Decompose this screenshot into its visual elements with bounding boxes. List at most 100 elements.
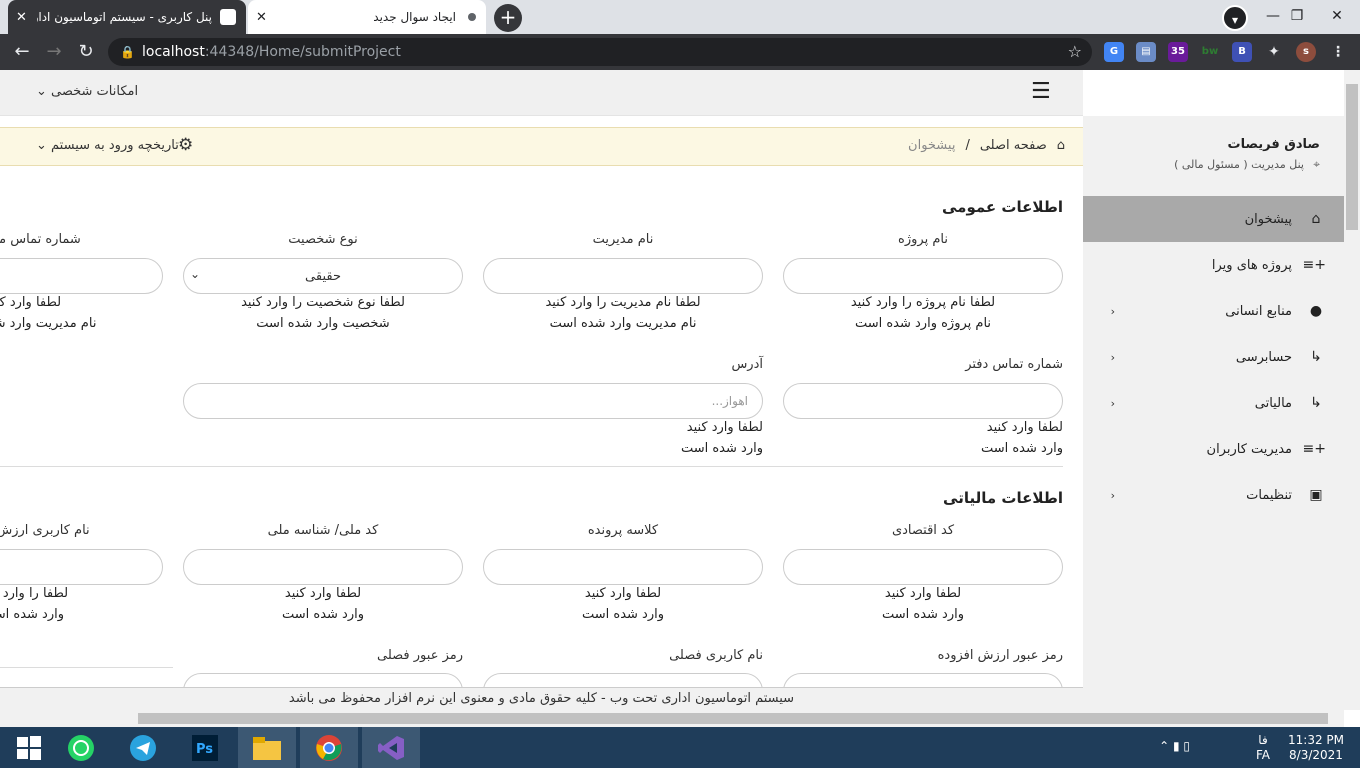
- manager-phone-input[interactable]: [0, 258, 163, 294]
- validation-msg: نام مدیریت وارد شده است: [549, 316, 697, 331]
- forward-icon[interactable]: →: [38, 34, 70, 70]
- new-tab-button[interactable]: +: [494, 4, 522, 32]
- gear-icon[interactable]: ⚙: [178, 135, 193, 155]
- validation-msg: لطفا نوع شخصیت را وارد کنید: [241, 295, 405, 310]
- vat-username-input[interactable]: [0, 549, 163, 585]
- breadcrumb-current: پیشخوان: [908, 138, 956, 153]
- bw-extension-icon[interactable]: bw: [1200, 42, 1220, 62]
- season-password-label: رمز عبور فصلی: [377, 648, 463, 663]
- address-input[interactable]: اهواز...: [183, 383, 763, 419]
- personal-menu-label: امکانات شخصی: [51, 84, 139, 99]
- project-name-input[interactable]: [783, 258, 1063, 294]
- project-name-label: نام پروژه: [898, 232, 948, 247]
- telegram-icon[interactable]: [114, 727, 172, 768]
- validation-msg: نام مدیریت وارد شده است: [0, 316, 97, 331]
- plus-list-icon: +≡: [1302, 441, 1326, 457]
- tray-icons[interactable]: ⌃ ▮ ▯: [1159, 739, 1190, 753]
- sidebar-item-users[interactable]: +≡ مدیریت کاربران: [1083, 426, 1344, 472]
- clock-time: 11:32 PM: [1288, 733, 1344, 747]
- extension-icon[interactable]: ▤: [1136, 42, 1156, 62]
- footer: سیستم اتوماسیون اداری تحت وب - کلیه حقوق…: [0, 687, 1083, 710]
- national-id-input[interactable]: [183, 549, 463, 585]
- sidebar-item-dashboard[interactable]: ⌂ پیشخوان: [1083, 196, 1344, 242]
- visual-studio-icon[interactable]: [362, 727, 420, 768]
- file-class-label: کلاسه پرونده: [587, 523, 659, 538]
- section-divider: [0, 466, 1063, 467]
- sidebar-item-hr[interactable]: ● منابع انسانی ‹: [1083, 288, 1344, 334]
- translate-icon[interactable]: G: [1104, 42, 1124, 62]
- close-tab-icon[interactable]: ✕: [16, 10, 27, 25]
- tab-panel[interactable]: ✕ پنل کاربری - سیستم اتوماسیون اداری: [8, 0, 246, 34]
- vertical-scroll-thumb[interactable]: [1346, 84, 1358, 230]
- login-history-label: تاریخچه ورود به سیستم: [51, 138, 179, 153]
- browser-tab-strip: ✕ پنل کاربری - سیستم اتوماسیون اداری ✕ ا…: [0, 0, 1360, 34]
- sidebar-item-projects[interactable]: +≡ پروژه های ویرا: [1083, 242, 1344, 288]
- lang-bottom: FA: [1255, 748, 1270, 762]
- chevron-down-icon: ⌄: [36, 84, 52, 99]
- reload-icon[interactable]: ↻: [70, 34, 102, 70]
- badge-extension-icon[interactable]: 35: [1168, 42, 1188, 62]
- lock-icon: 🔒: [120, 45, 135, 59]
- sidebar-item-settings[interactable]: ▣ تنظیمات ‹: [1083, 472, 1344, 518]
- horizontal-scroll-thumb[interactable]: [138, 713, 1328, 724]
- hamburger-icon[interactable]: ☰: [1031, 81, 1051, 103]
- validation-msg: لطفا وارد کنید: [584, 586, 662, 601]
- manager-name-input[interactable]: [483, 258, 763, 294]
- office-phone-msg: لطفا وارد کنید وارد شده است: [783, 417, 1063, 459]
- file-explorer-icon[interactable]: [238, 727, 296, 768]
- chevron-down-icon[interactable]: ▾: [1222, 5, 1248, 31]
- sidebar-item-label: حسابرسی: [1235, 349, 1292, 365]
- file-class-input[interactable]: [483, 549, 763, 585]
- close-tab-icon[interactable]: ✕: [256, 10, 267, 25]
- whatsapp-icon[interactable]: [52, 727, 110, 768]
- validation-msg: لطفا را وارد کنید: [0, 586, 69, 601]
- address-bar[interactable]: 🔒 localhost:44348/Home/submitProject ☆: [108, 38, 1092, 66]
- person-type-msg: لطفا نوع شخصیت را وارد کنید شخصیت وارد شد…: [183, 292, 463, 334]
- page-icon: [220, 9, 236, 25]
- personal-menu[interactable]: ⌄ امکانات شخصی: [36, 84, 138, 99]
- manager-name-label: نام مدیریت: [592, 232, 654, 247]
- arrow-icon: ↳: [1310, 349, 1322, 365]
- system-clock[interactable]: 11:32 PM 8/3/2021: [1288, 733, 1344, 763]
- validation-msg: لطفا وارد کنید: [0, 295, 62, 310]
- manager-phone-msg: لطفا وارد کنید نام مدیریت وارد شده است: [0, 292, 163, 334]
- tab-new-question[interactable]: ✕ ایجاد سوال جدید: [248, 0, 486, 34]
- language-indicator[interactable]: فا FA: [1256, 733, 1270, 763]
- office-phone-input[interactable]: [783, 383, 1063, 419]
- windows-start-icon[interactable]: [0, 727, 58, 768]
- sidebar-item-label: پیشخوان: [1244, 211, 1292, 227]
- breadcrumb-home[interactable]: صفحه اصلی: [980, 138, 1047, 153]
- project-name-msg: لطفا نام پروژه را وارد کنید نام پروژه وار…: [783, 292, 1063, 334]
- sidebar: صادق فریصات ⌖ پنل مدیریت ( مسئول مالی ) …: [1083, 116, 1344, 710]
- person-type-select[interactable]: حقیقی ⌄: [183, 258, 463, 294]
- sidebar-item-audit[interactable]: ↳ حسابرسی ‹: [1083, 334, 1344, 380]
- address-msg: لطفا وارد کنید وارد شده است: [183, 417, 763, 459]
- validation-msg: نام پروژه وارد شده است: [854, 316, 992, 331]
- chrome-icon[interactable]: [300, 727, 358, 768]
- profile-avatar[interactable]: s: [1296, 42, 1316, 62]
- home-icon[interactable]: ⌂: [1057, 138, 1065, 153]
- person-type-value: حقیقی: [305, 268, 341, 284]
- economic-code-input[interactable]: [783, 549, 1063, 585]
- user-icon: ●: [1309, 303, 1323, 319]
- tax-section-title: اطلاعات مالیاتی: [943, 489, 1063, 507]
- app-topbar: ⌄ امکانات شخصی ☰: [0, 70, 1083, 116]
- validation-msg: لطفا وارد کنید: [986, 420, 1063, 435]
- manager-name-msg: لطفا نام مدیریت را وارد کنید نام مدیریت و…: [483, 292, 763, 334]
- photoshop-icon[interactable]: Ps: [176, 727, 234, 768]
- login-history-menu[interactable]: ⌄ تاریخچه ورود به سیستم: [36, 138, 179, 153]
- close-window-icon[interactable]: ✕: [1314, 0, 1360, 34]
- bookmark-star-icon[interactable]: ☆: [1068, 38, 1082, 66]
- general-section-title: اطلاعات عمومی: [941, 198, 1063, 216]
- extension-badge: 35: [1171, 46, 1185, 57]
- sidebar-item-tax[interactable]: ↳ مالیاتی ‹: [1083, 380, 1344, 426]
- b-extension-icon[interactable]: B: [1232, 42, 1252, 62]
- windows-taskbar: Ps ⌃ ▮ ▯ فا FA 11:32 PM 8/3/2021: [0, 727, 1360, 768]
- puzzle-icon[interactable]: ✦: [1264, 42, 1284, 62]
- loading-icon: [468, 13, 476, 21]
- arrow-icon: ↳: [1310, 395, 1322, 411]
- menu-dots-icon[interactable]: ⋮: [1328, 42, 1348, 62]
- validation-msg: لطفا وارد کنید: [284, 586, 362, 601]
- back-icon[interactable]: ←: [6, 34, 38, 70]
- chevron-left-icon: ‹: [1110, 304, 1115, 318]
